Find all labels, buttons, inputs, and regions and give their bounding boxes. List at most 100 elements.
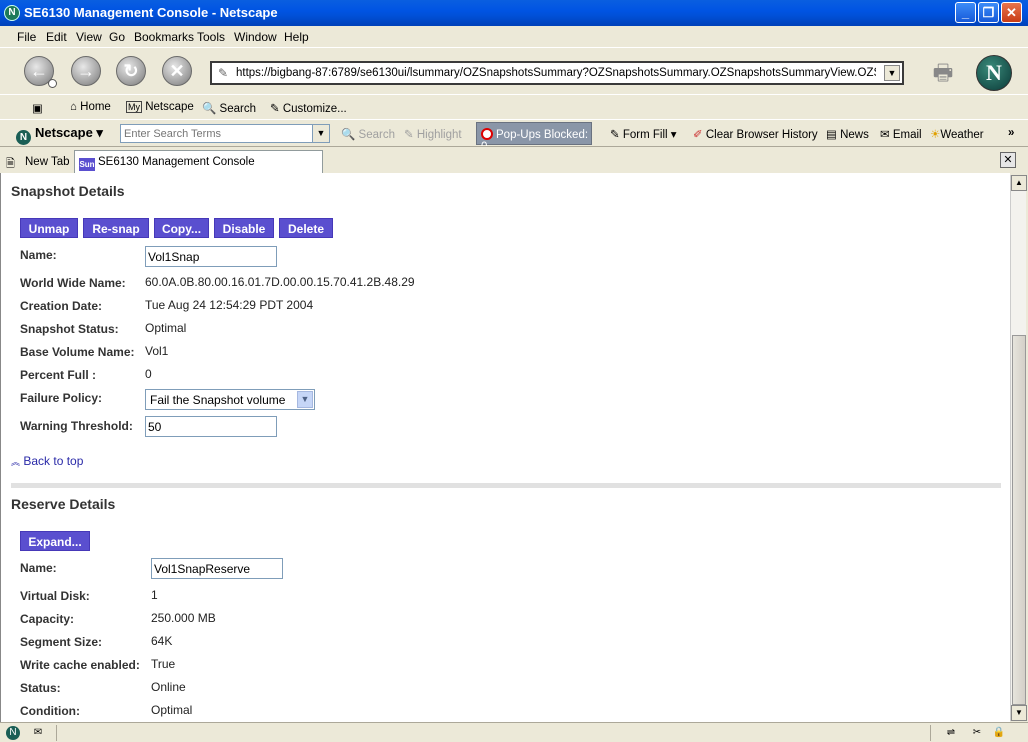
popup-status-icon[interactable]: ✂	[970, 726, 984, 740]
search-link[interactable]: 🔍 Search	[202, 101, 256, 115]
security-lock-icon[interactable]: 🔒	[992, 726, 1006, 740]
virtual-disk-value: 1	[151, 588, 158, 602]
weather-label: Weather	[940, 129, 984, 141]
form-fill-button[interactable]: ✎ Form Fill ▾	[610, 127, 677, 141]
search-field[interactable]: ▼	[120, 124, 330, 143]
browser-window: N SE6130 Management Console - Netscape _…	[0, 0, 1028, 742]
menu-tools[interactable]: Tools	[197, 30, 225, 44]
popups-blocked-button[interactable]: Pop-Ups Blocked: 0	[476, 122, 592, 153]
news-label: News	[840, 129, 869, 141]
clear-history-button[interactable]: ✐ Clear Browser History	[693, 127, 818, 141]
reserve-details-heading: Reserve Details	[11, 496, 116, 512]
highlight-button[interactable]: ✎ Highlight	[404, 127, 462, 141]
vertical-scrollbar[interactable]: ▲ ▼	[1010, 175, 1027, 721]
failure-policy-select[interactable]: Fail the Snapshot volume ▼	[145, 389, 315, 410]
status-divider	[930, 725, 931, 741]
menu-help[interactable]: Help	[284, 30, 309, 44]
warning-threshold-field[interactable]: 50	[145, 416, 277, 437]
url-text[interactable]: https://bigbang-87:6789/se6130ui/lsummar…	[236, 67, 876, 79]
sun-icon: ☀	[930, 129, 941, 141]
menu-file[interactable]: File	[17, 30, 36, 44]
back-history-dropdown-icon[interactable]	[48, 79, 57, 88]
scroll-down-icon[interactable]: ▼	[1011, 705, 1027, 721]
magnifier-icon: 🔍	[202, 103, 217, 115]
snapshot-status-label: Snapshot Status:	[20, 322, 119, 336]
chevron-down-icon[interactable]: ▼	[297, 391, 313, 408]
copy-button[interactable]: Copy...	[154, 218, 209, 238]
reserve-status-label: Status:	[20, 681, 61, 695]
home-icon: ⌂	[70, 101, 81, 113]
customize-icon: ✎	[270, 103, 280, 115]
eraser-icon: ✐	[693, 129, 703, 141]
wwn-label: World Wide Name:	[20, 276, 126, 290]
condition-label: Condition:	[20, 704, 80, 718]
netscape-logo-icon[interactable]: N	[976, 55, 1012, 91]
title-bar: N SE6130 Management Console - Netscape _…	[0, 0, 1028, 26]
forward-button[interactable]: →	[71, 56, 101, 86]
close-window-button[interactable]: ✕	[1001, 2, 1022, 23]
expand-button[interactable]: Expand...	[20, 531, 90, 551]
back-to-top-link[interactable]: ︽ Back to top	[11, 454, 83, 468]
snapshot-status-value: Optimal	[145, 321, 187, 335]
home-link[interactable]: ⌂ Home	[70, 101, 111, 113]
email-button[interactable]: ✉ Email	[880, 127, 922, 141]
search-button[interactable]: 🔍 Search	[341, 127, 395, 141]
address-bar[interactable]: ✎ https://bigbang-87:6789/se6130ui/lsumm…	[210, 61, 904, 85]
netscape-brand-label: Netscape	[35, 125, 93, 140]
back-button[interactable]: ←	[24, 56, 57, 88]
resnap-button[interactable]: Re-snap	[83, 218, 149, 238]
menu-go[interactable]: Go	[109, 30, 125, 44]
news-button[interactable]: ▤ News	[826, 127, 869, 141]
snapshot-details-heading: Snapshot Details	[11, 183, 125, 199]
pen-icon: ✎	[610, 129, 620, 141]
stop-button[interactable]: ✕	[162, 56, 192, 86]
snapshot-name-field[interactable]: Vol1Snap	[145, 246, 277, 267]
connection-icon: ⇌	[946, 727, 956, 738]
minimize-button[interactable]: _	[955, 2, 976, 23]
snapshot-name-label: Name:	[20, 248, 57, 262]
toolbar-overflow-button[interactable]: »	[1008, 127, 1014, 139]
reserve-name-field[interactable]: Vol1SnapReserve	[151, 558, 283, 579]
write-cache-value: True	[151, 657, 176, 671]
menu-view[interactable]: View	[76, 30, 102, 44]
my-netscape-icon: My	[126, 101, 142, 113]
tab-new-tab[interactable]: 🗎 New Tab	[2, 150, 74, 174]
netscape-app-icon: N	[4, 5, 20, 21]
reload-button[interactable]: ↻	[116, 56, 146, 86]
scroll-up-icon[interactable]: ▲	[1011, 175, 1027, 191]
mail-status-icon[interactable]: ✉	[28, 726, 48, 740]
sun-logo-icon: Sun	[79, 158, 95, 171]
virtual-disk-label: Virtual Disk:	[20, 589, 90, 603]
search-input[interactable]	[121, 125, 311, 142]
magnifier-icon: 🔍	[341, 129, 356, 141]
write-cache-label: Write cache enabled:	[20, 658, 140, 672]
navigation-toolbar: ← → ↻ ✕ ✎ https://bigbang-87:6789/se6130…	[0, 47, 1028, 94]
section-divider	[11, 483, 1001, 488]
menu-window[interactable]: Window	[234, 30, 277, 44]
scrollbar-thumb[interactable]	[1012, 335, 1026, 705]
page-proxy-icon: ✎	[218, 66, 229, 80]
newspaper-icon: ▤	[826, 129, 837, 141]
reserve-status-value: Online	[151, 680, 186, 694]
url-dropdown-icon[interactable]: ▼	[884, 65, 900, 81]
menu-bookmarks[interactable]: Bookmarks	[134, 30, 194, 44]
search-button-label: Search	[358, 129, 395, 141]
restore-button[interactable]: ❐	[978, 2, 999, 23]
delete-button[interactable]: Delete	[279, 218, 333, 238]
customize-link[interactable]: ✎ Customize...	[270, 101, 347, 115]
netscape-brand-menu[interactable]: N Netscape ▾	[16, 125, 103, 145]
netscape-link[interactable]: My Netscape	[126, 101, 194, 113]
personal-toolbar: ▣ ⌂ Home My Netscape 🔍 Search ✎ Customiz…	[0, 94, 1028, 119]
sidebar-toggle-icon[interactable]: ▣	[32, 101, 43, 115]
search-dropdown-icon[interactable]: ▼	[312, 125, 329, 142]
print-icon[interactable]: 🖶	[926, 56, 960, 85]
weather-button[interactable]: ☀Weather	[930, 127, 984, 141]
highlight-label: Highlight	[416, 129, 462, 141]
tab-management-console[interactable]: Sun SE6130 Management Console	[74, 150, 323, 174]
capacity-label: Capacity:	[20, 612, 75, 626]
menu-edit[interactable]: Edit	[46, 30, 67, 44]
unmap-button[interactable]: Unmap	[20, 218, 78, 238]
disable-button[interactable]: Disable	[214, 218, 274, 238]
close-tab-icon[interactable]: ✕	[1000, 152, 1016, 168]
netscape-status-icon[interactable]: N	[6, 726, 20, 740]
